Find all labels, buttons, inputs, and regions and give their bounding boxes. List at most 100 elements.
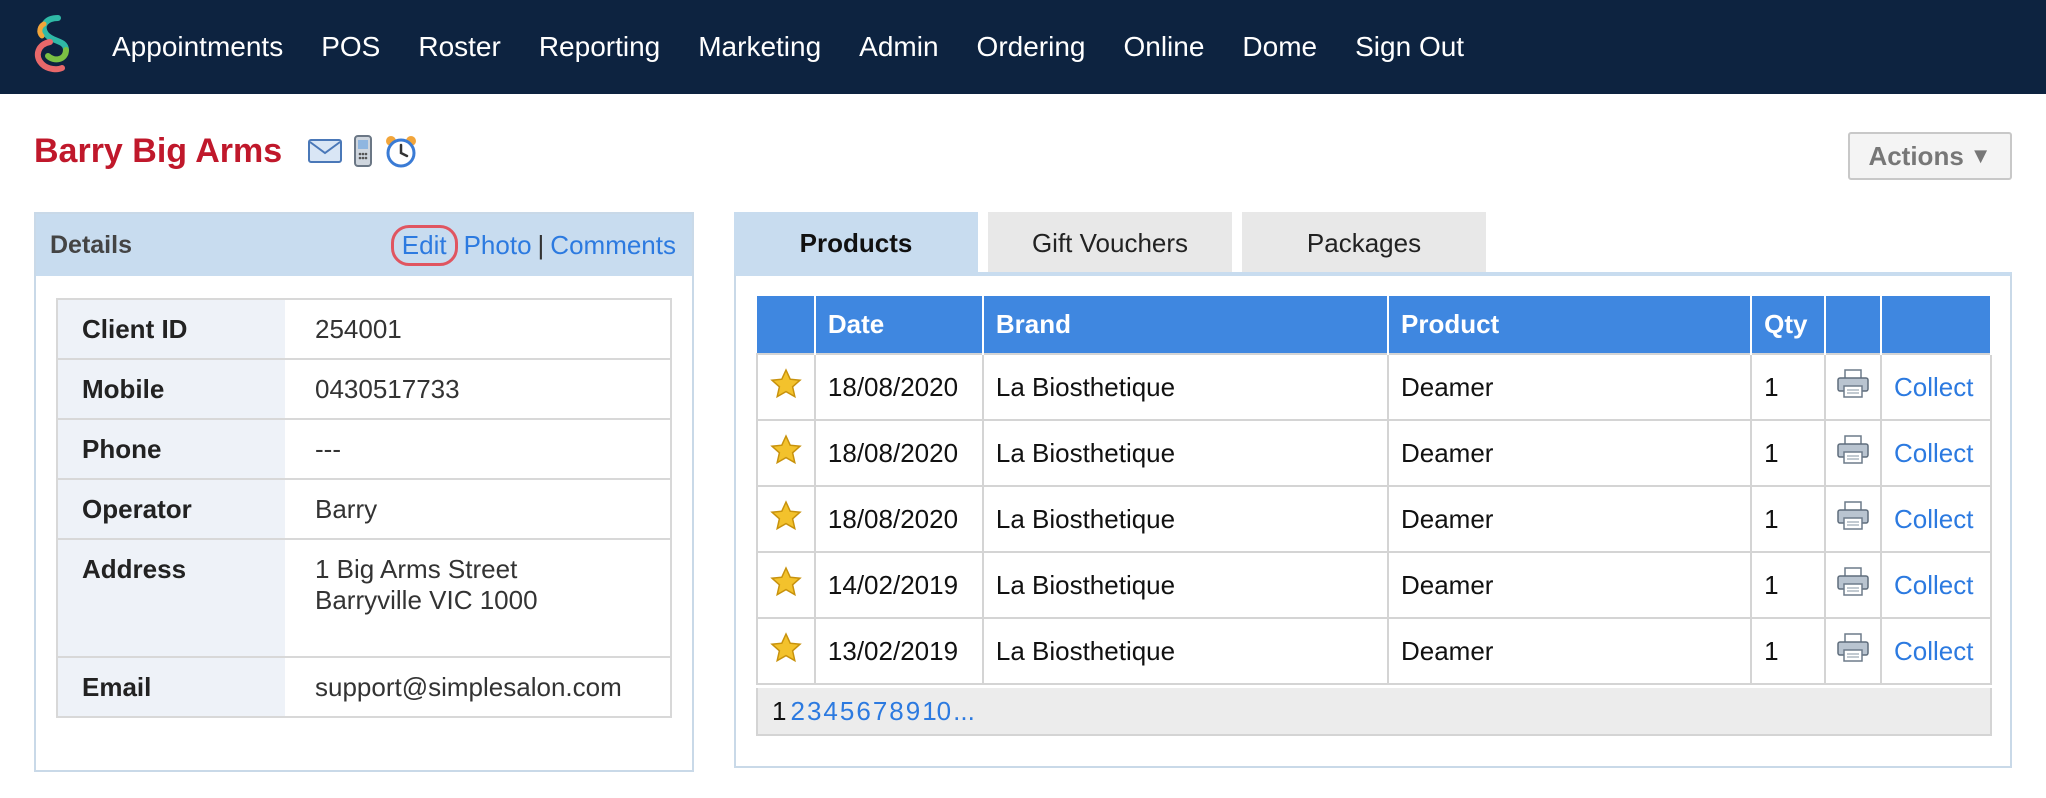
page-link[interactable]: 6 bbox=[856, 696, 870, 727]
collect-link[interactable]: Collect bbox=[1879, 419, 1993, 487]
row-brand: La Biosthetique bbox=[981, 551, 1389, 619]
detail-value-mobile: 0430517733 bbox=[285, 359, 672, 420]
nav-item-marketing[interactable]: Marketing bbox=[698, 31, 821, 63]
row-qty: 1 bbox=[1750, 551, 1827, 619]
row-date: 14/02/2019 bbox=[813, 551, 984, 619]
collect-link[interactable]: Collect bbox=[1879, 551, 1993, 619]
col-header-action bbox=[1880, 296, 1993, 354]
print-cell bbox=[1824, 485, 1882, 553]
row-brand: La Biosthetique bbox=[981, 419, 1389, 487]
tab-products[interactable]: Products bbox=[734, 212, 978, 274]
nav-item-reporting[interactable]: Reporting bbox=[539, 31, 660, 63]
col-header-product[interactable]: Product bbox=[1387, 296, 1753, 354]
products-header-row: Date Brand Product Qty bbox=[757, 296, 1993, 354]
tab-packages[interactable]: Packages bbox=[1242, 212, 1486, 274]
detail-value-email: support@simplesalon.com bbox=[285, 657, 672, 718]
collect-link[interactable]: Collect bbox=[1879, 353, 1993, 421]
page-link[interactable]: 8 bbox=[889, 696, 903, 727]
actions-label: Actions bbox=[1868, 140, 1964, 171]
photo-link[interactable]: Photo bbox=[464, 230, 532, 261]
table-row: 18/08/2020 La Biosthetique Deamer 1 Collect bbox=[756, 353, 1993, 421]
detail-row-operator: Operator Barry bbox=[56, 479, 672, 540]
nav-item-sign-out[interactable]: Sign Out bbox=[1355, 31, 1464, 63]
row-brand: La Biosthetique bbox=[981, 617, 1389, 685]
pagination: 1 2 3 4 5 6 7 8 9 10 ... bbox=[756, 688, 1992, 736]
printer-icon[interactable] bbox=[1836, 368, 1870, 405]
app-logo-icon[interactable] bbox=[28, 12, 80, 78]
table-row: 18/08/2020 La Biosthetique Deamer 1 Collect bbox=[756, 419, 1993, 487]
history-tabs: Products Gift Vouchers Packages bbox=[734, 212, 1496, 274]
page-link[interactable]: 10 bbox=[922, 696, 951, 727]
detail-row-address: Address 1 Big Arms Street Barryville VIC… bbox=[56, 539, 672, 658]
email-icon[interactable] bbox=[308, 138, 342, 164]
page-link[interactable]: 3 bbox=[807, 696, 821, 727]
printer-icon[interactable] bbox=[1836, 632, 1870, 669]
tab-gift-vouchers[interactable]: Gift Vouchers bbox=[988, 212, 1232, 274]
link-separator: | bbox=[537, 229, 545, 260]
row-brand: La Biosthetique bbox=[981, 485, 1389, 553]
col-header-date[interactable]: Date bbox=[814, 296, 984, 354]
nav-item-ordering[interactable]: Ordering bbox=[977, 31, 1086, 63]
details-title: Details bbox=[50, 230, 132, 259]
page-link[interactable]: 7 bbox=[873, 696, 887, 727]
details-header: Details Edit Photo | Comments bbox=[36, 214, 692, 276]
nav-item-pos[interactable]: POS bbox=[321, 31, 380, 63]
alarm-clock-icon[interactable] bbox=[384, 134, 418, 168]
printer-icon[interactable] bbox=[1836, 566, 1870, 603]
page-current: 1 bbox=[772, 695, 787, 726]
collect-link[interactable]: Collect bbox=[1879, 485, 1993, 553]
row-qty: 1 bbox=[1750, 485, 1827, 553]
star-icon[interactable] bbox=[770, 499, 802, 538]
table-row: 13/02/2019 La Biosthetique Deamer 1 Collect bbox=[756, 617, 1993, 685]
nav-item-dome[interactable]: Dome bbox=[1242, 31, 1317, 63]
page-link[interactable]: 2 bbox=[790, 696, 804, 727]
page-link[interactable]: 9 bbox=[906, 696, 920, 727]
nav-item-appointments[interactable]: Appointments bbox=[112, 31, 283, 63]
collect-link[interactable]: Collect bbox=[1879, 617, 1993, 685]
nav-menu: Appointments POS Roster Reporting Market… bbox=[112, 0, 1502, 94]
star-icon[interactable] bbox=[770, 367, 802, 406]
detail-row-phone: Phone --- bbox=[56, 419, 672, 480]
edit-link[interactable]: Edit bbox=[390, 224, 458, 266]
page-link[interactable]: 4 bbox=[823, 696, 837, 727]
row-date: 13/02/2019 bbox=[813, 617, 984, 685]
actions-button[interactable]: Actions ▼ bbox=[1848, 132, 2012, 180]
star-icon[interactable] bbox=[770, 433, 802, 472]
row-qty: 1 bbox=[1750, 419, 1827, 487]
col-header-print bbox=[1825, 296, 1882, 354]
printer-icon[interactable] bbox=[1836, 500, 1870, 537]
page-link-more[interactable]: ... bbox=[953, 696, 975, 727]
col-header-qty[interactable]: Qty bbox=[1751, 296, 1827, 354]
detail-value-address: 1 Big Arms Street Barryville VIC 1000 bbox=[285, 539, 672, 658]
details-panel: Details Edit Photo | Comments Client ID … bbox=[34, 212, 694, 772]
favourite-cell bbox=[756, 617, 816, 685]
star-icon[interactable] bbox=[770, 565, 802, 604]
star-icon[interactable] bbox=[770, 631, 802, 670]
comments-link[interactable]: Comments bbox=[550, 230, 676, 261]
favourite-cell bbox=[756, 551, 816, 619]
row-product: Deamer bbox=[1386, 353, 1753, 421]
row-brand: La Biosthetique bbox=[981, 353, 1389, 421]
mobile-phone-icon[interactable] bbox=[352, 135, 374, 167]
favourite-cell bbox=[756, 353, 816, 421]
detail-row-email: Email support@simplesalon.com bbox=[56, 657, 672, 718]
details-links: Edit Photo | Comments bbox=[390, 224, 676, 266]
row-qty: 1 bbox=[1750, 353, 1827, 421]
page-link[interactable]: 5 bbox=[840, 696, 854, 727]
detail-label: Email bbox=[56, 657, 285, 718]
row-product: Deamer bbox=[1386, 617, 1753, 685]
col-header-brand[interactable]: Brand bbox=[982, 296, 1389, 354]
address-line-2: Barryville VIC 1000 bbox=[315, 585, 538, 615]
products-table: Date Brand Product Qty 18/08/2020 La Bios… bbox=[756, 296, 1993, 685]
row-product: Deamer bbox=[1386, 485, 1753, 553]
nav-item-admin[interactable]: Admin bbox=[859, 31, 938, 63]
printer-icon[interactable] bbox=[1836, 434, 1870, 471]
contact-icons bbox=[308, 134, 418, 168]
client-name: Barry Big Arms bbox=[34, 132, 283, 170]
detail-row-client-id: Client ID 254001 bbox=[56, 298, 672, 360]
nav-item-online[interactable]: Online bbox=[1123, 31, 1204, 63]
table-row: 18/08/2020 La Biosthetique Deamer 1 Collect bbox=[756, 485, 1993, 553]
nav-item-roster[interactable]: Roster bbox=[418, 31, 500, 63]
row-date: 18/08/2020 bbox=[813, 485, 984, 553]
detail-label: Operator bbox=[56, 479, 285, 540]
